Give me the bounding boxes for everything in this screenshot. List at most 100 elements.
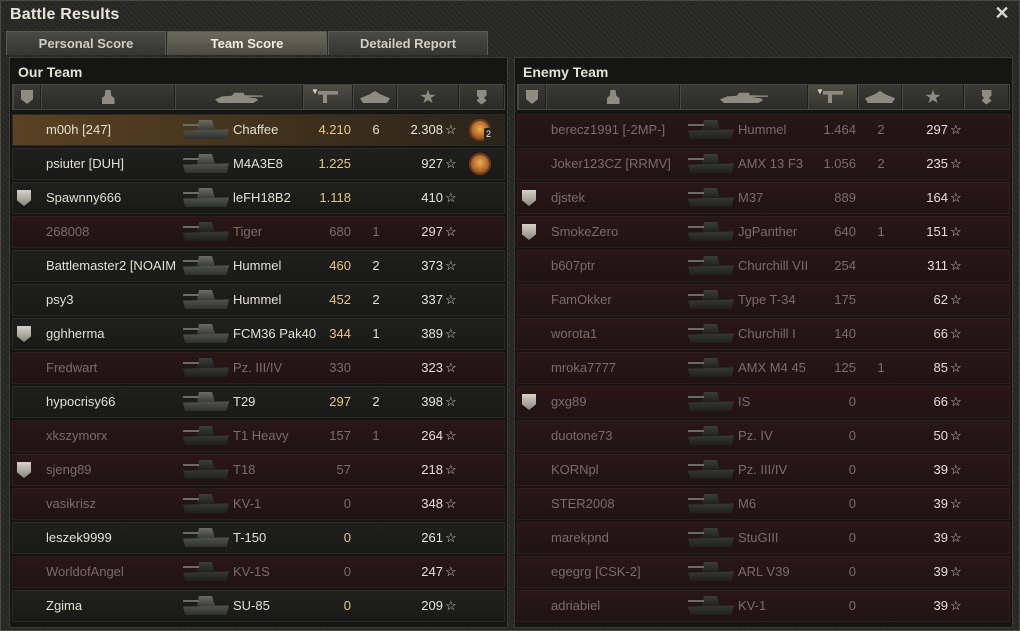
damage-column-header[interactable]: ▼ bbox=[303, 85, 353, 109]
tab-team-score[interactable]: Team Score bbox=[167, 31, 327, 55]
tank-icon bbox=[686, 321, 738, 347]
player-name: mroka7777 bbox=[551, 360, 617, 375]
tank-icon bbox=[686, 389, 738, 415]
platoon-icon bbox=[522, 190, 536, 206]
player-row[interactable]: Joker123CZ [RRMV] AMX 13 F3 1.056 2 235 ☆ bbox=[517, 148, 1010, 180]
player-name: adriabiel bbox=[551, 598, 601, 613]
player-row[interactable]: hypocrisy66 T29 297 2 398 ☆ bbox=[12, 386, 505, 418]
star-icon: ☆ bbox=[445, 224, 457, 239]
xp-value: 323 bbox=[421, 360, 443, 375]
damage-value: 680 bbox=[329, 224, 351, 239]
vehicle-column-header[interactable] bbox=[175, 85, 303, 109]
player-row[interactable]: 268008 Tiger 680 1 297 ☆ bbox=[12, 216, 505, 248]
sort-arrow-icon: ▼ bbox=[816, 87, 824, 96]
damage-value: 1.225 bbox=[318, 156, 351, 171]
medal-icon[interactable] bbox=[469, 153, 491, 175]
vehicle-column-header[interactable] bbox=[680, 85, 808, 109]
player-column-header[interactable] bbox=[546, 85, 680, 109]
shield-icon bbox=[526, 90, 538, 104]
close-icon[interactable]: ✕ bbox=[993, 4, 1011, 22]
medal-column-header[interactable] bbox=[459, 85, 504, 109]
player-row[interactable]: gghherma FCM36 Pak40 344 1 389 ☆ bbox=[12, 318, 505, 350]
xp-value: 389 bbox=[421, 326, 443, 341]
platoon-column-header[interactable] bbox=[13, 85, 41, 109]
player-row[interactable]: vasikrisz KV-1 0 348 ☆ bbox=[12, 488, 505, 520]
player-row[interactable]: SmokeZero JgPanther 640 1 151 ☆ bbox=[517, 216, 1010, 248]
tank-icon bbox=[181, 321, 233, 347]
player-row[interactable]: psiuter [DUH] M4A3E8 1.225 927 ☆ bbox=[12, 148, 505, 180]
xp-column-header[interactable] bbox=[397, 85, 459, 109]
player-row[interactable]: adriabiel KV-1 0 39 ☆ bbox=[517, 590, 1010, 622]
player-row[interactable]: djstek M37 889 164 ☆ bbox=[517, 182, 1010, 214]
star-icon: ☆ bbox=[950, 156, 962, 171]
tank-icon bbox=[181, 593, 233, 619]
tab-personal-score[interactable]: Personal Score bbox=[6, 31, 166, 55]
our-team-column-header: ▼ bbox=[12, 84, 505, 110]
star-icon: ☆ bbox=[950, 190, 962, 205]
damage-value: 297 bbox=[329, 394, 351, 409]
xp-value: 85 bbox=[933, 360, 948, 375]
player-row[interactable]: WorldofAngel KV-1S 0 247 ☆ bbox=[12, 556, 505, 588]
tank-icon bbox=[686, 593, 738, 619]
star-icon: ☆ bbox=[950, 224, 962, 239]
player-row[interactable]: STER2008 M6 0 39 ☆ bbox=[517, 488, 1010, 520]
xp-column-header[interactable] bbox=[902, 85, 964, 109]
player-row[interactable]: sjeng89 T18 57 218 ☆ bbox=[12, 454, 505, 486]
player-name: psy3 bbox=[46, 292, 74, 307]
player-row[interactable]: xkszymorx T1 Heavy 157 1 264 ☆ bbox=[12, 420, 505, 452]
player-row[interactable]: berecz1991 [-2MP-] Hummel 1.464 2 297 ☆ bbox=[517, 114, 1010, 146]
platoon-column-header[interactable] bbox=[518, 85, 546, 109]
enemy-team-panel: Enemy Team ▼ berecz1991 [-2MP-] Hummel 1.4… bbox=[514, 57, 1013, 628]
player-row[interactable]: gxg89 IS 0 66 ☆ bbox=[517, 386, 1010, 418]
xp-value: 297 bbox=[926, 122, 948, 137]
player-row[interactable]: Battlemaster2 [NOAIM] Hummel 460 2 373 ☆ bbox=[12, 250, 505, 282]
player-row[interactable]: duotone73 Pz. IV 0 50 ☆ bbox=[517, 420, 1010, 452]
damage-value: 330 bbox=[329, 360, 351, 375]
player-row[interactable]: KORNpl Pz. III/IV 0 39 ☆ bbox=[517, 454, 1010, 486]
tank-icon bbox=[686, 525, 738, 551]
damage-value: 0 bbox=[848, 564, 856, 579]
xp-value: 261 bbox=[421, 530, 443, 545]
player-row[interactable]: egegrg [CSK-2] ARL V39 0 39 ☆ bbox=[517, 556, 1010, 588]
player-row[interactable]: Zgima SU-85 0 209 ☆ bbox=[12, 590, 505, 622]
damage-value: 452 bbox=[329, 292, 351, 307]
medal-column-header[interactable] bbox=[964, 85, 1009, 109]
star-icon: ☆ bbox=[445, 496, 457, 511]
kills-column-header[interactable] bbox=[353, 85, 397, 109]
damage-column-header[interactable]: ▼ bbox=[808, 85, 858, 109]
xp-value: 50 bbox=[933, 428, 948, 443]
player-row[interactable]: mroka7777 AMX M4 45 125 1 85 ☆ bbox=[517, 352, 1010, 384]
player-row[interactable]: m00h [247] Chaffee 4.210 6 2.308 ☆ 2 bbox=[12, 114, 505, 146]
kills-column-header[interactable] bbox=[858, 85, 902, 109]
damage-value: 0 bbox=[848, 462, 856, 477]
sort-arrow-icon: ▼ bbox=[311, 87, 319, 96]
player-name: berecz1991 [-2MP-] bbox=[551, 122, 666, 137]
xp-value: 39 bbox=[933, 496, 948, 511]
player-row[interactable]: worota1 Churchill I 140 66 ☆ bbox=[517, 318, 1010, 350]
tank-icon bbox=[181, 559, 233, 585]
tank-icon bbox=[181, 423, 233, 449]
star-icon: ☆ bbox=[950, 564, 962, 579]
player-name: hypocrisy66 bbox=[46, 394, 116, 409]
kills-value: 2 bbox=[372, 292, 380, 307]
shield-icon bbox=[21, 90, 33, 104]
player-column-header[interactable] bbox=[41, 85, 175, 109]
player-row[interactable]: marekpnd StuGIII 0 39 ☆ bbox=[517, 522, 1010, 554]
star-icon: ☆ bbox=[950, 394, 962, 409]
tank-icon bbox=[686, 457, 738, 483]
damage-value: 1.118 bbox=[319, 190, 351, 205]
player-row[interactable]: leszek9999 T-150 0 261 ☆ bbox=[12, 522, 505, 554]
player-row[interactable]: Fredwart Pz. III/IV 330 323 ☆ bbox=[12, 352, 505, 384]
player-name: egegrg [CSK-2] bbox=[551, 564, 641, 579]
player-name: KORNpl bbox=[551, 462, 599, 477]
our-team-title: Our Team bbox=[18, 64, 83, 80]
player-row[interactable]: Spawnny666 leFH18B2 1.118 410 ☆ bbox=[12, 182, 505, 214]
tab-detailed-report[interactable]: Detailed Report bbox=[328, 31, 488, 55]
player-row[interactable]: psy3 Hummel 452 2 337 ☆ bbox=[12, 284, 505, 316]
tank-icon bbox=[686, 287, 738, 313]
player-row[interactable]: FamOkker Type T-34 175 62 ☆ bbox=[517, 284, 1010, 316]
tank-icon bbox=[181, 117, 233, 143]
player-row[interactable]: b607ptr Churchill VII 254 311 ☆ bbox=[517, 250, 1010, 282]
player-name: sjeng89 bbox=[46, 462, 92, 477]
player-name: b607ptr bbox=[551, 258, 596, 273]
